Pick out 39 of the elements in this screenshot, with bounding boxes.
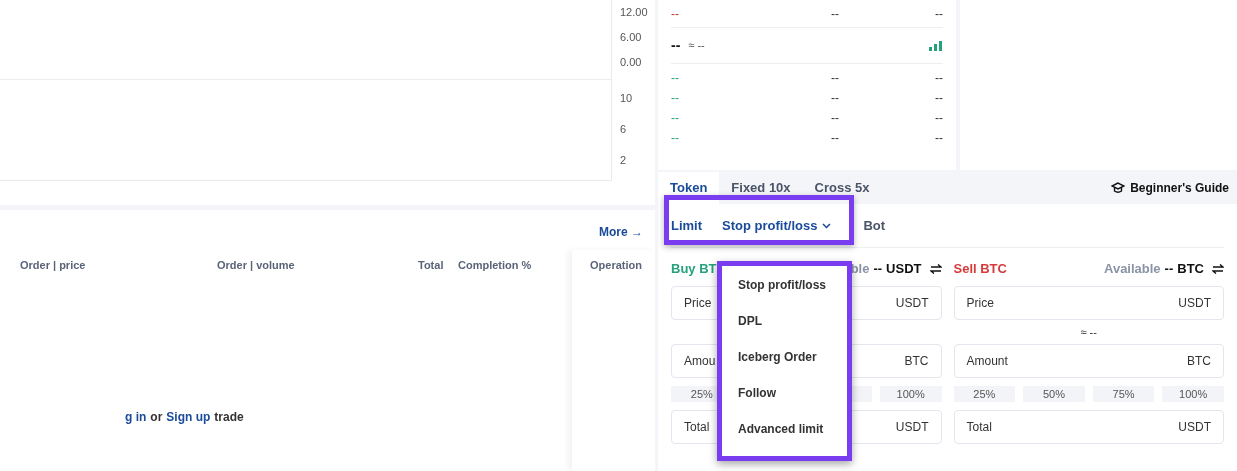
axis-label: 2 [620,153,628,168]
axis-label: 0.00 [620,55,643,70]
available-value: -- [873,260,883,279]
ask-price: -- [671,5,680,23]
available-value: -- [1164,260,1174,279]
available-unit: BTC [1177,260,1204,279]
bid-price: -- [671,130,680,147]
axis-label: 6 [620,122,628,137]
column-header: Order | price [20,257,87,273]
column-header: Total [418,257,445,273]
prompt-text: or [150,409,163,426]
panel-title: Sell BTC [953,260,1007,279]
axis-label: 10 [620,91,634,106]
last-price: -- [671,36,681,55]
prompt-text: trade [214,409,244,426]
panel-title: Buy BT [671,260,717,279]
bid-amount: -- [831,110,840,127]
column-header: Operation [590,257,642,273]
bid-amount: -- [831,130,840,147]
available-unit: USDT [886,260,922,279]
bid-total: -- [935,110,943,127]
ask-total: -- [935,5,943,23]
available-label: ble [850,260,870,279]
ask-amount: -- [831,5,840,23]
bid-total: -- [935,70,943,87]
axis-label: 12.00 [620,5,649,20]
bid-amount: -- [831,90,840,107]
bid-amount: -- [831,70,840,87]
available-label: Available [1104,260,1161,279]
bid-price: -- [671,90,680,107]
bid-price: -- [671,70,680,87]
approx-value: ≈ -- [1080,324,1097,340]
column-header: Order | volume [217,257,296,273]
bid-price: -- [671,110,680,127]
column-header: Completion % [458,257,532,273]
bid-total: -- [935,130,943,147]
bid-total: -- [935,90,943,107]
last-price-approx: ≈ -- [688,38,705,54]
axis-label: 6.00 [620,30,643,45]
